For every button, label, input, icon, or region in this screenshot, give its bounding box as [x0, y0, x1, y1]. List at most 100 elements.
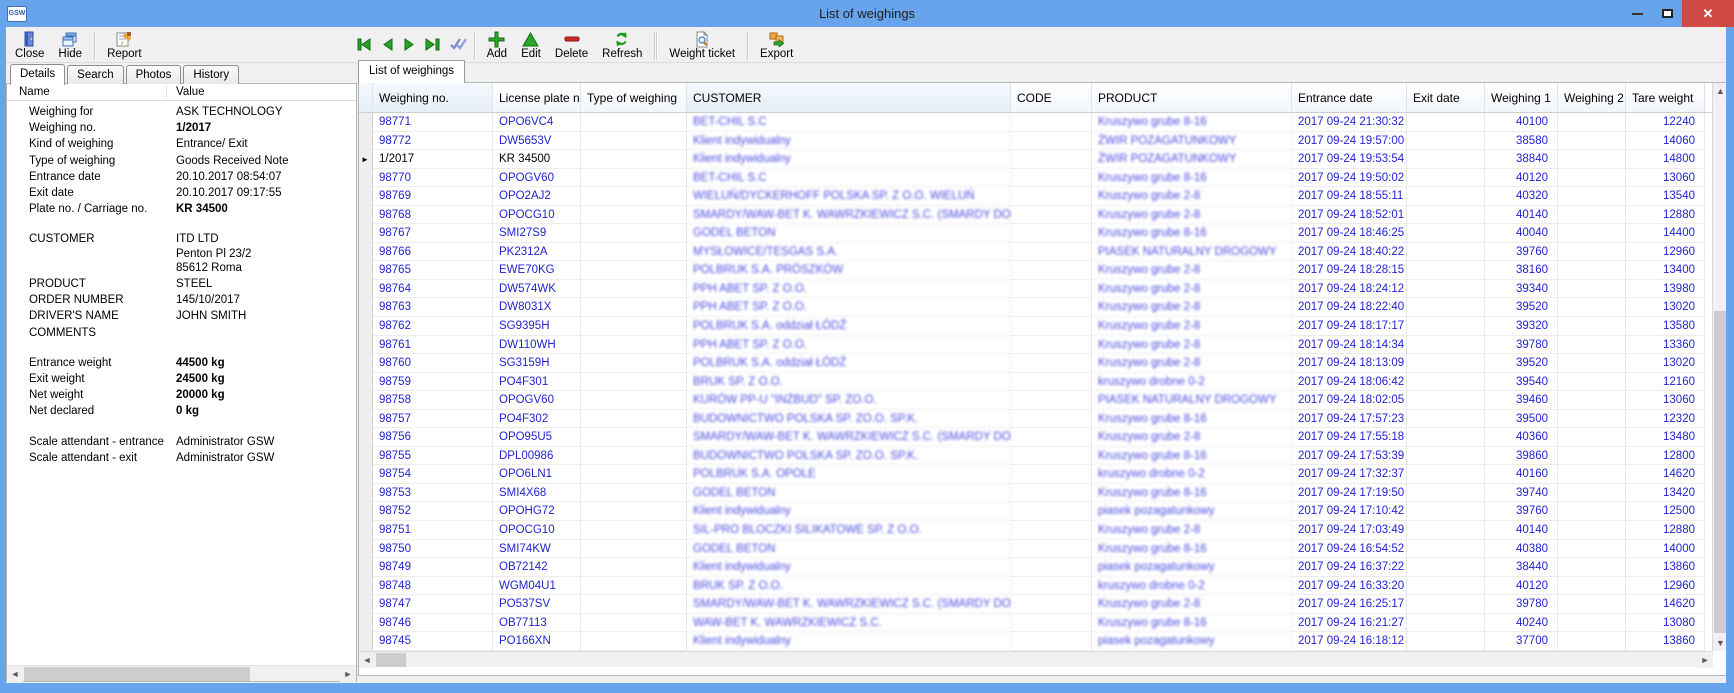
- hide-button[interactable]: Hide: [51, 29, 89, 62]
- cell-product[interactable]: kruszywo drobne 0-2: [1092, 465, 1292, 484]
- cell-code[interactable]: [1011, 465, 1092, 484]
- cell-product[interactable]: Kruszywo grube 2-8: [1092, 317, 1292, 336]
- cell-weighing-2[interactable]: [1558, 187, 1626, 206]
- table-row[interactable]: 98758OPOGV60KURÓW PP-U "INŻBUD" SP. ZO.O…: [359, 391, 1727, 410]
- table-row[interactable]: 98759PO4F301BRUK SP. Z O.O.kruszywo drob…: [359, 373, 1727, 392]
- column-header-entrance-date[interactable]: Entrance date: [1292, 83, 1407, 112]
- cell-license-plate-no[interactable]: DW110WH: [493, 336, 581, 355]
- cell-license-plate-no[interactable]: DW8031X: [493, 298, 581, 317]
- cell-weighing-2[interactable]: [1558, 540, 1626, 559]
- cell-type-of-weighing[interactable]: [581, 391, 687, 410]
- cell-weighing-2[interactable]: [1558, 558, 1626, 577]
- cell-weighing-no[interactable]: 98746: [373, 614, 493, 633]
- tab-photos[interactable]: Photos: [126, 65, 182, 84]
- detail-row[interactable]: Entrance weight44500 kg: [7, 355, 356, 371]
- cell-entrance-date[interactable]: 2017 09-24 16:21:27: [1292, 614, 1407, 633]
- cell-entrance-date[interactable]: 2017 09-24 19:50:02: [1292, 169, 1407, 188]
- cell-exit-date[interactable]: [1407, 614, 1485, 633]
- cell-weighing-1[interactable]: 40100: [1485, 113, 1558, 132]
- apply-checkmark-button[interactable]: [449, 37, 469, 51]
- cell-product[interactable]: PIASEK NATURALNY DROGOWY: [1092, 391, 1292, 410]
- cell-entrance-date[interactable]: 2017 09-24 17:32:37: [1292, 465, 1407, 484]
- refresh-button[interactable]: Refresh: [595, 29, 649, 62]
- cell-weighing-2[interactable]: [1558, 447, 1626, 466]
- cell-weighing-2[interactable]: [1558, 614, 1626, 633]
- cell-tare-weight[interactable]: 13860: [1626, 632, 1705, 651]
- cell-customer[interactable]: MYSŁOWICE/TESGAS S.A.: [687, 243, 1011, 262]
- cell-product[interactable]: kruszywo drobne 0-2: [1092, 577, 1292, 596]
- cell-entrance-date[interactable]: 2017 09-24 17:57:23: [1292, 410, 1407, 429]
- table-row[interactable]: 98745PO166XNKlient indywidualnypiasek po…: [359, 632, 1727, 651]
- cell-customer[interactable]: POLBRUK S.A. PRÓSZKÓW: [687, 261, 1011, 280]
- cell-exit-date[interactable]: [1407, 410, 1485, 429]
- table-row[interactable]: 98755DPL00986BUDOWNICTWO POLSKA SP. ZO.O…: [359, 447, 1727, 466]
- cell-weighing-2[interactable]: [1558, 298, 1626, 317]
- cell-weighing-no[interactable]: 98766: [373, 243, 493, 262]
- cell-weighing-2[interactable]: [1558, 391, 1626, 410]
- table-row[interactable]: 98754OPO6LN1POLBRUK S.A. OPOLEkruszywo d…: [359, 465, 1727, 484]
- cell-code[interactable]: [1011, 261, 1092, 280]
- cell-customer[interactable]: BRUK SP. Z O.O.: [687, 577, 1011, 596]
- cell-weighing-1[interactable]: 39520: [1485, 298, 1558, 317]
- cell-code[interactable]: [1011, 354, 1092, 373]
- table-row[interactable]: 98749OB72142Klient indywidualnypiasek po…: [359, 558, 1727, 577]
- cell-weighing-1[interactable]: 39780: [1485, 336, 1558, 355]
- cell-weighing-1[interactable]: 39780: [1485, 595, 1558, 614]
- table-row[interactable]: 98764DW574WKPPH ABET SP. Z O.O.Kruszywo …: [359, 280, 1727, 299]
- cell-customer[interactable]: KURÓW PP-U "INŻBUD" SP. ZO.O.: [687, 391, 1011, 410]
- cell-tare-weight[interactable]: 14000: [1626, 540, 1705, 559]
- cell-weighing-no[interactable]: 1/2017: [373, 150, 493, 169]
- table-row[interactable]: 98747PO537SVSMARDY/WAW-BET K. WAWRZKIEWI…: [359, 595, 1727, 614]
- cell-customer[interactable]: POLBRUK S.A. oddział ŁÓDŹ: [687, 354, 1011, 373]
- cell-product[interactable]: piasek pozagatunkowy: [1092, 502, 1292, 521]
- cell-code[interactable]: [1011, 224, 1092, 243]
- cell-exit-date[interactable]: [1407, 132, 1485, 151]
- cell-weighing-2[interactable]: [1558, 465, 1626, 484]
- cell-weighing-2[interactable]: [1558, 502, 1626, 521]
- cell-tare-weight[interactable]: 12500: [1626, 502, 1705, 521]
- cell-exit-date[interactable]: [1407, 521, 1485, 540]
- cell-license-plate-no[interactable]: PO537SV: [493, 595, 581, 614]
- cell-weighing-no[interactable]: 98750: [373, 540, 493, 559]
- cell-weighing-no[interactable]: 98769: [373, 187, 493, 206]
- table-row[interactable]: 98765EWE70KGPOLBRUK S.A. PRÓSZKÓWKruszyw…: [359, 261, 1727, 280]
- cell-tare-weight[interactable]: 13020: [1626, 298, 1705, 317]
- last-record-button[interactable]: [425, 38, 440, 51]
- cell-customer[interactable]: WAW-BET K. WAWRZKIEWICZ S.C.: [687, 614, 1011, 633]
- table-row[interactable]: 98752OPOHG72Klient indywidualnypiasek po…: [359, 502, 1727, 521]
- cell-product[interactable]: Kruszywo grube 2-8: [1092, 354, 1292, 373]
- cell-entrance-date[interactable]: 2017 09-24 18:17:17: [1292, 317, 1407, 336]
- cell-tare-weight[interactable]: 13080: [1626, 614, 1705, 633]
- table-row[interactable]: 98771OPO6VC4BET-CHIL S.CKruszywo grube 8…: [359, 113, 1727, 132]
- cell-entrance-date[interactable]: 2017 09-24 18:46:25: [1292, 224, 1407, 243]
- cell-exit-date[interactable]: [1407, 243, 1485, 262]
- cell-customer[interactable]: Klient indywidualny: [687, 150, 1011, 169]
- cell-license-plate-no[interactable]: SMI4X68: [493, 484, 581, 503]
- cell-license-plate-no[interactable]: SMI27S9: [493, 224, 581, 243]
- cell-entrance-date[interactable]: 2017 09-24 18:22:40: [1292, 298, 1407, 317]
- previous-record-button[interactable]: [381, 38, 394, 51]
- cell-customer[interactable]: PPH ABET SP. Z O.O.: [687, 298, 1011, 317]
- cell-weighing-1[interactable]: 38160: [1485, 261, 1558, 280]
- cell-code[interactable]: [1011, 336, 1092, 355]
- cell-exit-date[interactable]: [1407, 484, 1485, 503]
- cell-weighing-2[interactable]: [1558, 243, 1626, 262]
- cell-entrance-date[interactable]: 2017 09-24 16:54:52: [1292, 540, 1407, 559]
- cell-code[interactable]: [1011, 113, 1092, 132]
- table-row[interactable]: 98763DW8031XPPH ABET SP. Z O.O.Kruszywo …: [359, 298, 1727, 317]
- cell-weighing-no[interactable]: 98768: [373, 206, 493, 225]
- table-horizontal-scrollbar[interactable]: ◄ ►: [359, 651, 1713, 667]
- table-row[interactable]: 98756OPO95U5SMARDY/WAW-BET K. WAWRZKIEWI…: [359, 428, 1727, 447]
- cell-customer[interactable]: BET-CHIL S.C: [687, 169, 1011, 188]
- cell-weighing-no[interactable]: 98763: [373, 298, 493, 317]
- cell-type-of-weighing[interactable]: [581, 465, 687, 484]
- cell-license-plate-no[interactable]: PO4F301: [493, 373, 581, 392]
- cell-weighing-1[interactable]: 39340: [1485, 280, 1558, 299]
- cell-code[interactable]: [1011, 614, 1092, 633]
- cell-weighing-2[interactable]: [1558, 595, 1626, 614]
- cell-weighing-no[interactable]: 98757: [373, 410, 493, 429]
- scroll-right-arrow-icon[interactable]: ►: [340, 666, 356, 682]
- cell-license-plate-no[interactable]: DPL00986: [493, 447, 581, 466]
- cell-code[interactable]: [1011, 280, 1092, 299]
- cell-code[interactable]: [1011, 373, 1092, 392]
